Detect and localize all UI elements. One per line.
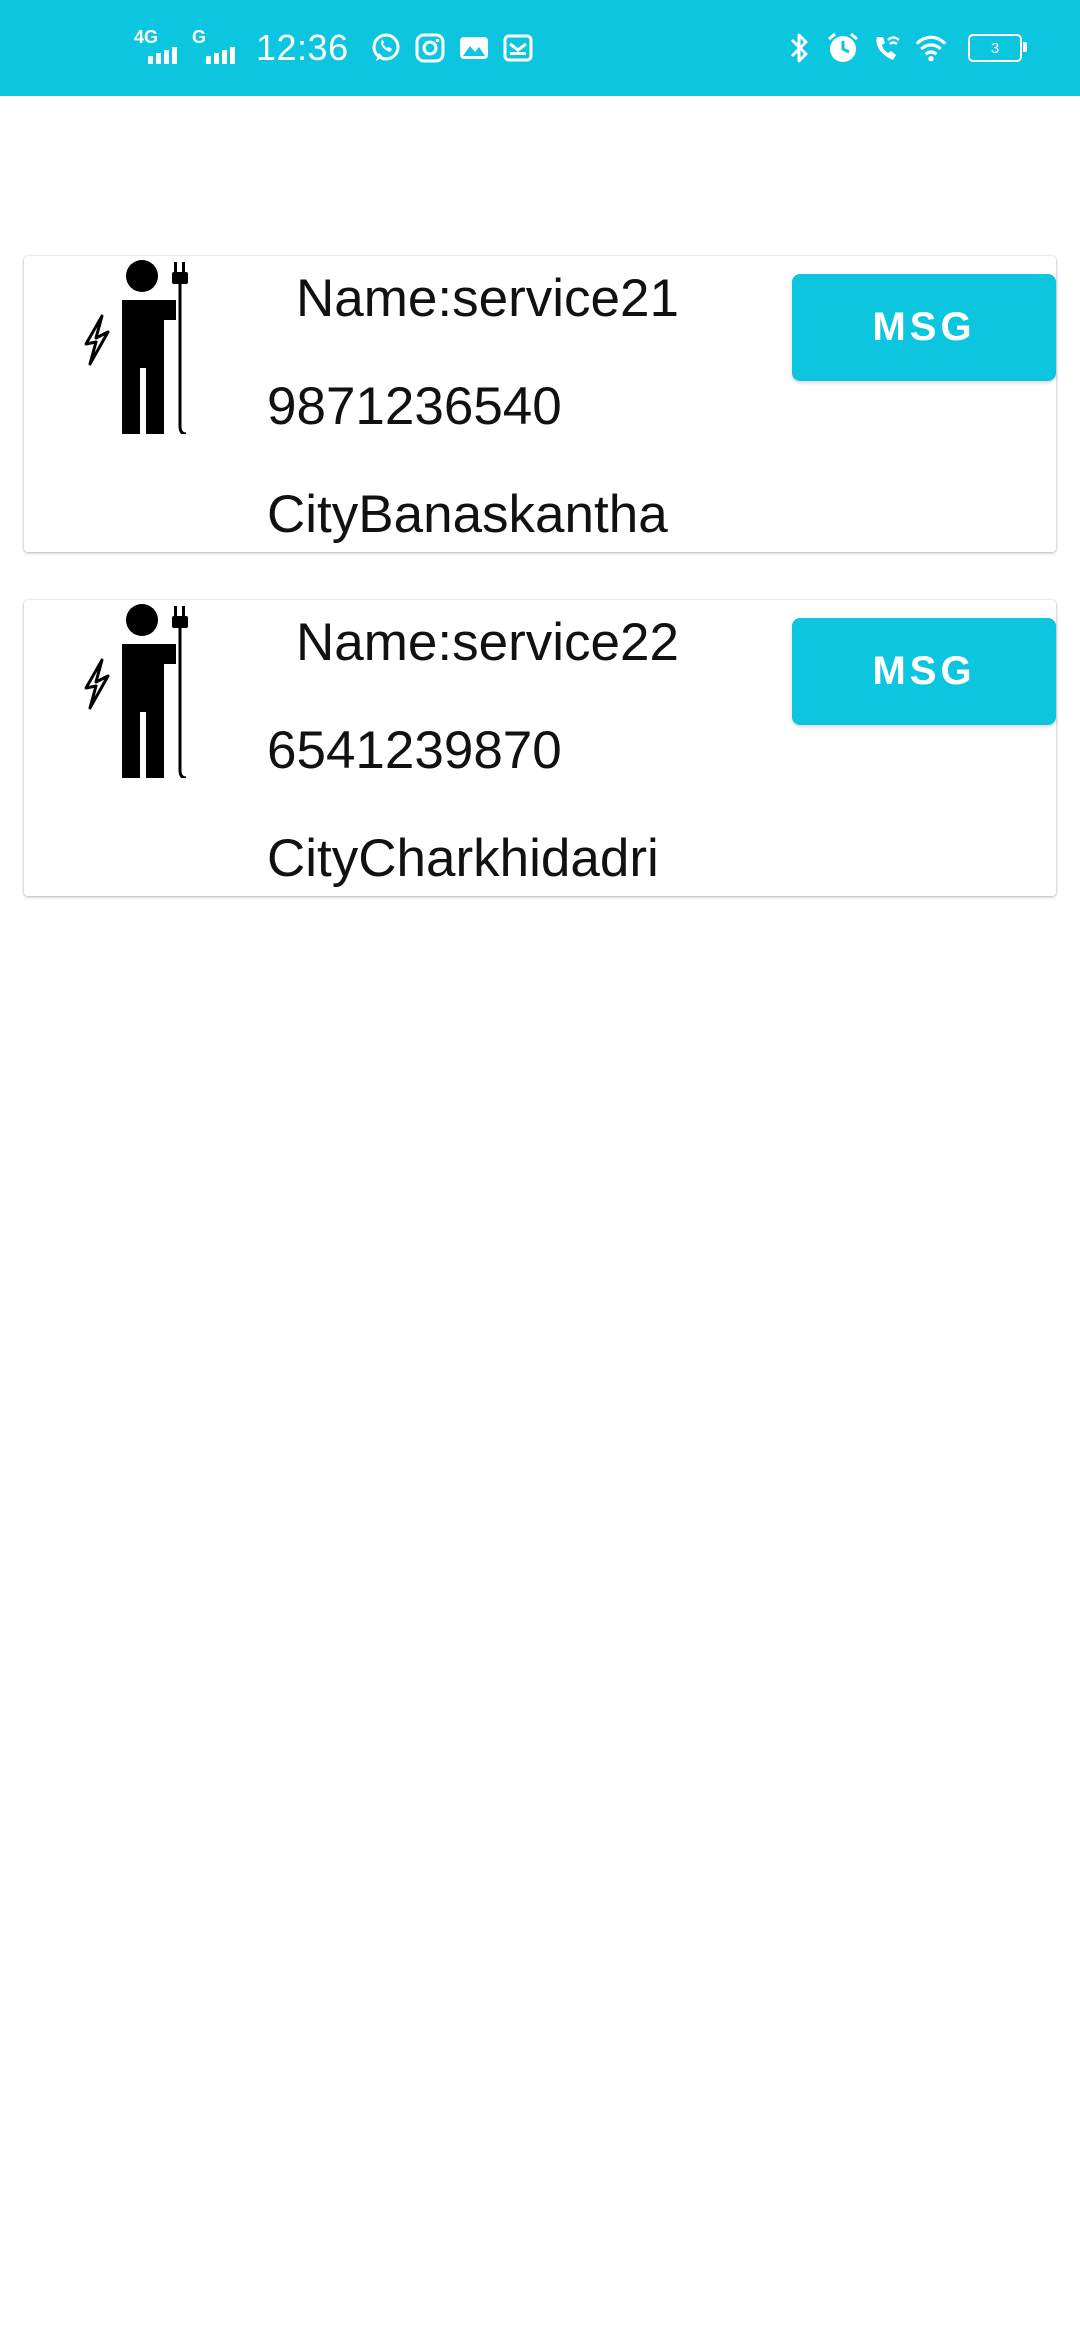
gallery-icon [457,31,491,65]
mail-icon [501,31,535,65]
service-card: Name:service22 6541239870 CityCharkhidad… [24,600,1056,896]
whatsapp-icon [369,31,403,65]
alarm-icon [826,31,860,65]
service-name: Name:service22 [296,613,679,672]
service-card: Name:service21 9871236540 CityBanaskanth… [24,256,1056,552]
electrician-icon [76,602,206,780]
service-city: CityBanaskantha [267,485,668,544]
bluetooth-icon [782,31,816,65]
network-type-2: G [192,27,207,47]
battery-level: 3 [990,39,1000,57]
wifi-calling-icon [870,31,904,65]
msg-button[interactable]: MSG [792,274,1056,381]
status-bar: 4G G 12:36 3 [0,0,1080,96]
wifi-icon [914,31,948,65]
status-left: 4G G 12:36 [134,0,545,96]
status-right: 3 [782,0,1027,96]
electrician-icon [76,258,206,436]
service-name: Name:service21 [296,269,679,328]
service-city: CityCharkhidadri [267,829,659,888]
service-phone: 9871236540 [267,377,562,436]
service-phone: 6541239870 [267,721,562,780]
signal-g-icon: G [192,28,240,68]
network-type-1: 4G [134,27,159,47]
signal-4g-icon: 4G [134,28,182,68]
instagram-icon [413,31,447,65]
status-time: 12:36 [256,27,349,68]
msg-button[interactable]: MSG [792,618,1056,725]
battery-icon: 3 [968,34,1027,62]
